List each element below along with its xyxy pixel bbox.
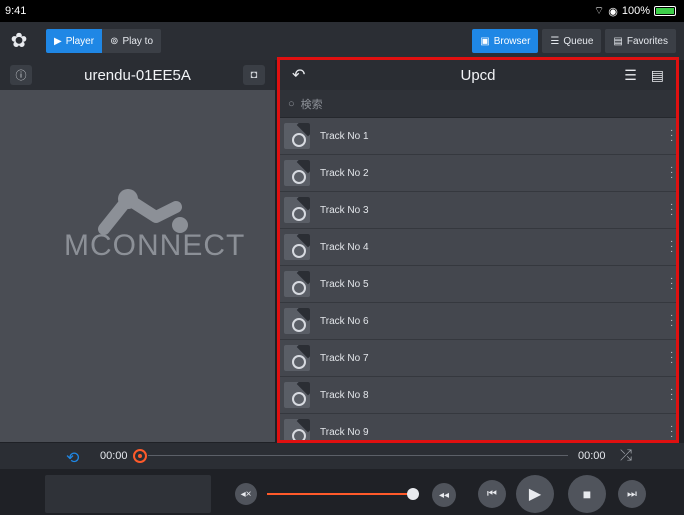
mconnect-logo-mark xyxy=(98,189,188,235)
stop-icon[interactable]: ■ xyxy=(568,475,606,513)
device-name: urendu-01EE5A xyxy=(84,66,191,84)
disc-icon xyxy=(284,160,310,186)
track-name: Track No 8 xyxy=(320,389,369,401)
tab-player[interactable]: ▶ Player xyxy=(46,29,103,53)
track-name: Track No 7 xyxy=(320,352,369,364)
tab-favorites[interactable]: ▤ Favorites xyxy=(605,29,676,53)
battery-percent: 100% xyxy=(621,5,650,17)
device-header: ⓘ urendu-01EE5A ◘ xyxy=(0,60,275,90)
disc-icon xyxy=(284,234,310,260)
track-name: Track No 9 xyxy=(320,426,369,438)
track-list: Track No 1 · · · Track No 2 · · · Track No 3 · · · T… xyxy=(280,118,676,441)
previous-track-icon[interactable]: ⏮ xyxy=(478,480,506,508)
track-row[interactable]: Track No 2 · · · xyxy=(280,155,676,192)
track-row[interactable]: Track No 4 · · · xyxy=(280,229,676,266)
track-row[interactable]: Track No 6 · · · xyxy=(280,303,676,340)
disc-icon xyxy=(284,197,310,223)
browser-panel: ↶ Upcd ☰ ▤ ○ 検索 Track No 1 · · · Track No 2 ·… xyxy=(277,57,679,443)
disc-icon xyxy=(284,123,310,149)
more-options-icon[interactable]: · · · xyxy=(670,348,674,368)
add-to-queue-icon[interactable]: ▤ xyxy=(651,67,664,84)
track-row[interactable]: Track No 7 · · · xyxy=(280,340,676,377)
more-options-icon[interactable]: · · · xyxy=(670,126,674,146)
volume-up-icon[interactable]: ◂◂ xyxy=(432,483,456,507)
tab-play-to-label: Play to xyxy=(122,35,154,47)
status-indicators: ⌔ ◉ 100% xyxy=(594,4,676,18)
cast-icon: ⊚ xyxy=(110,35,119,47)
back-arrow-icon[interactable]: ↶ xyxy=(292,65,305,85)
more-options-icon[interactable]: · · · xyxy=(670,237,674,257)
track-name: Track No 6 xyxy=(320,315,369,327)
tab-queue-label: Queue xyxy=(563,35,594,47)
track-row[interactable]: Track No 1 · · · xyxy=(280,118,676,155)
disc-icon xyxy=(284,345,310,371)
more-options-icon[interactable]: · · · xyxy=(670,311,674,331)
volume-knob[interactable] xyxy=(407,488,419,500)
play-icon[interactable]: ▶ xyxy=(516,475,554,513)
more-options-icon[interactable]: · · · xyxy=(670,274,674,294)
rotation-lock-icon: ◉ xyxy=(608,5,618,18)
tab-player-label: Player xyxy=(65,35,95,47)
shuffle-icon[interactable]: ⤮ xyxy=(620,447,632,464)
tab-browser-label: Browser xyxy=(493,35,531,47)
duration-time: 00:00 xyxy=(578,450,606,462)
gear-icon[interactable]: ✿ xyxy=(8,30,30,52)
search-bar[interactable]: ○ 検索 xyxy=(280,90,676,118)
queue-icon: ☰ xyxy=(550,35,560,47)
logo-text: MCONNECT xyxy=(64,229,246,262)
info-icon[interactable]: ⓘ xyxy=(10,65,32,85)
browser-header: ↶ Upcd ☰ ▤ xyxy=(280,60,676,90)
repeat-icon[interactable]: ⟲ xyxy=(66,448,79,468)
wifi-icon: ⌔ xyxy=(593,5,605,17)
tab-queue[interactable]: ☰ Queue xyxy=(542,29,602,53)
tab-favorites-label: Favorites xyxy=(626,35,668,47)
window-toggle-icon[interactable]: ◘ xyxy=(243,65,265,85)
track-row[interactable]: Track No 5 · · · xyxy=(280,266,676,303)
view-segment: ▣ Browser ☰ Queue ▤ Favorites xyxy=(472,29,676,53)
seek-bar[interactable] xyxy=(148,455,568,456)
track-row[interactable]: Track No 8 · · · xyxy=(280,377,676,414)
browser-header-actions: ☰ ▤ xyxy=(624,67,664,84)
more-options-icon[interactable]: · · · xyxy=(670,163,674,183)
browser-icon: ▣ xyxy=(480,35,490,47)
next-track-icon[interactable]: ⏭ xyxy=(618,480,646,508)
sort-list-icon[interactable]: ☰ xyxy=(624,67,637,84)
disc-icon xyxy=(284,308,310,334)
search-icon: ○ xyxy=(288,97,295,110)
search-input[interactable]: 検索 xyxy=(301,96,323,112)
track-row[interactable]: Track No 9 · · · xyxy=(280,414,676,441)
more-options-icon[interactable]: · · · xyxy=(670,422,674,441)
mute-icon[interactable]: ◂× xyxy=(235,483,257,505)
play-triangle-icon: ▶ xyxy=(54,35,62,47)
elapsed-time: 00:00 xyxy=(100,450,128,462)
status-bar: 9:41 ⌔ ◉ 100% xyxy=(0,0,684,22)
browser-title: Upcd xyxy=(460,66,496,84)
battery-icon xyxy=(654,6,676,16)
seek-knob[interactable] xyxy=(133,449,147,463)
more-options-icon[interactable]: · · · xyxy=(670,385,674,405)
album-art-thumbnail[interactable] xyxy=(45,475,211,513)
more-options-icon[interactable]: · · · xyxy=(670,200,674,220)
track-row[interactable]: Track No 3 · · · xyxy=(280,192,676,229)
track-name: Track No 2 xyxy=(320,167,369,179)
disc-icon xyxy=(284,382,310,408)
track-name: Track No 3 xyxy=(320,204,369,216)
volume-slider[interactable] xyxy=(267,493,413,495)
disc-icon xyxy=(284,271,310,297)
tab-browser[interactable]: ▣ Browser xyxy=(472,29,539,53)
track-name: Track No 1 xyxy=(320,130,369,142)
now-playing-pane: ⓘ urendu-01EE5A ◘ MCONNECT xyxy=(0,60,275,442)
progress-row: ⟲ 00:00 00:00 ⤮ xyxy=(0,443,684,469)
player-mode-segment: ▶ Player ⊚ Play to xyxy=(46,29,162,53)
disc-icon xyxy=(284,419,310,440)
top-toolbar: ✿ ▶ Player ⊚ Play to ▣ Browser ☰ Queue ▤… xyxy=(0,22,684,60)
favorites-icon: ▤ xyxy=(613,35,623,47)
transport-controls: ◂× ◂◂ ⏮ ▶ ■ ⏭ xyxy=(0,469,684,515)
track-name: Track No 4 xyxy=(320,241,369,253)
mconnect-logo: MCONNECT xyxy=(60,185,244,275)
status-time: 9:41 xyxy=(5,5,27,17)
track-name: Track No 5 xyxy=(320,278,369,290)
tab-play-to[interactable]: ⊚ Play to xyxy=(102,29,162,53)
